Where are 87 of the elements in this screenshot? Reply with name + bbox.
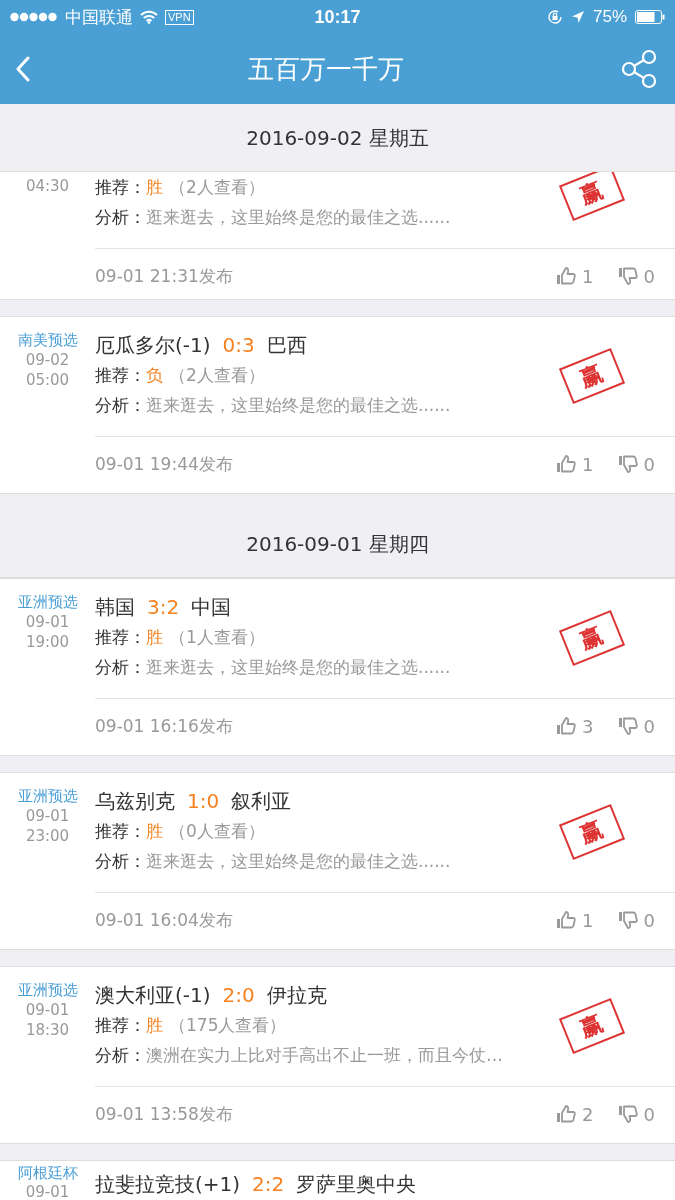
away-team: 巴西 bbox=[266, 332, 307, 359]
result-stamp: 赢 bbox=[558, 172, 626, 222]
like-button[interactable]: 1 bbox=[556, 909, 594, 931]
match-time: 05:00 bbox=[25, 370, 70, 390]
analysis-label: 分析： bbox=[95, 850, 146, 873]
recommend-label: 推荐： bbox=[95, 1014, 146, 1037]
league-label: 阿根廷杯 bbox=[17, 1164, 78, 1183]
match-time: 23:00 bbox=[25, 826, 70, 846]
recommend-label: 推荐： bbox=[95, 176, 146, 199]
league-label: 亚洲预选 bbox=[17, 592, 78, 612]
analysis-label: 分析： bbox=[95, 394, 146, 417]
away-team: 伊拉克 bbox=[266, 982, 327, 1009]
analysis-text: 逛来逛去，这里始终是您的最佳之选...... bbox=[146, 850, 451, 873]
match-score: 1:0 bbox=[187, 788, 220, 815]
league-label: 亚洲预选 bbox=[17, 786, 78, 806]
match-time: 19:00 bbox=[25, 632, 70, 652]
result-stamp: 赢 bbox=[558, 609, 626, 667]
result-stamp: 赢 bbox=[558, 997, 626, 1055]
back-button[interactable] bbox=[16, 56, 30, 82]
location-arrow-icon bbox=[570, 10, 585, 24]
share-button[interactable] bbox=[621, 49, 659, 89]
view-count: （175人查看） bbox=[169, 1014, 287, 1037]
recommend-label: 推荐： bbox=[95, 364, 146, 387]
recommended-pick: 胜 bbox=[146, 820, 163, 843]
post-time: 09-01 19:44发布 bbox=[95, 452, 233, 476]
recommended-pick: 胜 bbox=[146, 626, 163, 649]
clock-time: 10:17 bbox=[314, 6, 361, 28]
recommend-label: 推荐： bbox=[95, 626, 146, 649]
dislike-button[interactable]: 0 bbox=[617, 715, 655, 737]
analysis-label: 分析： bbox=[95, 656, 146, 679]
match-score: 0:3 bbox=[222, 332, 255, 359]
dislike-button[interactable]: 0 bbox=[617, 265, 655, 287]
dislike-button[interactable]: 0 bbox=[617, 453, 655, 475]
home-team: 韩国 bbox=[95, 594, 135, 621]
match-date: 09-01 bbox=[25, 1183, 70, 1200]
like-button[interactable]: 3 bbox=[556, 715, 594, 737]
analysis-label: 分析： bbox=[95, 1044, 146, 1067]
post-time: 09-01 21:31发布 bbox=[95, 264, 233, 288]
match-score: 2:2 bbox=[252, 1171, 285, 1198]
analysis-label: 分析： bbox=[95, 206, 146, 229]
home-team: 乌兹别克 bbox=[95, 788, 175, 815]
like-button[interactable]: 1 bbox=[556, 265, 594, 287]
home-team: 拉斐拉竞技(+1) bbox=[95, 1171, 241, 1198]
analysis-text: 逛来逛去，这里始终是您的最佳之选...... bbox=[146, 656, 451, 679]
league-label: 南美预选 bbox=[17, 330, 78, 350]
view-count: （2人查看） bbox=[169, 176, 265, 199]
match-date: 09-02 bbox=[25, 350, 70, 370]
like-button[interactable]: 2 bbox=[556, 1103, 594, 1125]
vpn-badge: VPN bbox=[165, 9, 194, 25]
dislike-button[interactable]: 0 bbox=[617, 1103, 655, 1125]
league-label: 亚洲预选 bbox=[17, 980, 78, 1000]
wifi-icon bbox=[140, 10, 158, 24]
match-score: 3:2 bbox=[147, 594, 180, 621]
match-time: 04:30 bbox=[25, 176, 70, 196]
match-time: 18:30 bbox=[25, 1020, 70, 1040]
analysis-text: 逛来逛去，这里始终是您的最佳之选...... bbox=[146, 394, 451, 417]
recommended-pick: 胜 bbox=[146, 176, 163, 199]
analysis-text: 逛来逛去，这里始终是您的最佳之选...... bbox=[146, 206, 451, 229]
page-title: 五百万一千万 bbox=[247, 52, 404, 86]
signal-icon bbox=[10, 12, 58, 22]
post-time: 09-01 16:04发布 bbox=[95, 908, 233, 932]
view-count: （1人查看） bbox=[169, 626, 265, 649]
away-team: 叙利亚 bbox=[231, 788, 292, 815]
recommend-label: 推荐： bbox=[95, 820, 146, 843]
view-count: （2人查看） bbox=[169, 364, 265, 387]
dislike-button[interactable]: 0 bbox=[617, 909, 655, 931]
rotation-lock-icon bbox=[546, 9, 563, 25]
like-button[interactable]: 1 bbox=[556, 453, 594, 475]
away-team: 罗萨里奥中央 bbox=[296, 1171, 417, 1198]
result-stamp: 赢 bbox=[558, 803, 626, 861]
home-team: 厄瓜多尔(-1) bbox=[95, 332, 211, 359]
match-date: 09-01 bbox=[25, 1000, 70, 1020]
analysis-text: 澳洲在实力上比对手高出不止一班，而且今仗… bbox=[146, 1044, 503, 1067]
match-date: 09-01 bbox=[25, 806, 70, 826]
match-date: 09-01 bbox=[25, 612, 70, 632]
recommended-pick: 负 bbox=[146, 364, 163, 387]
battery-icon bbox=[635, 10, 665, 24]
post-time: 09-01 13:58发布 bbox=[95, 1102, 233, 1126]
view-count: （0人查看） bbox=[169, 820, 265, 843]
away-team: 中国 bbox=[191, 594, 232, 621]
result-stamp: 赢 bbox=[558, 347, 626, 405]
battery-percent: 75% bbox=[592, 7, 627, 27]
carrier-name: 中国联通 bbox=[65, 6, 133, 29]
match-score: 2:0 bbox=[222, 982, 255, 1009]
recommended-pick: 胜 bbox=[146, 1014, 163, 1037]
post-time: 09-01 16:16发布 bbox=[95, 714, 233, 738]
home-team: 澳大利亚(-1) bbox=[95, 982, 211, 1009]
